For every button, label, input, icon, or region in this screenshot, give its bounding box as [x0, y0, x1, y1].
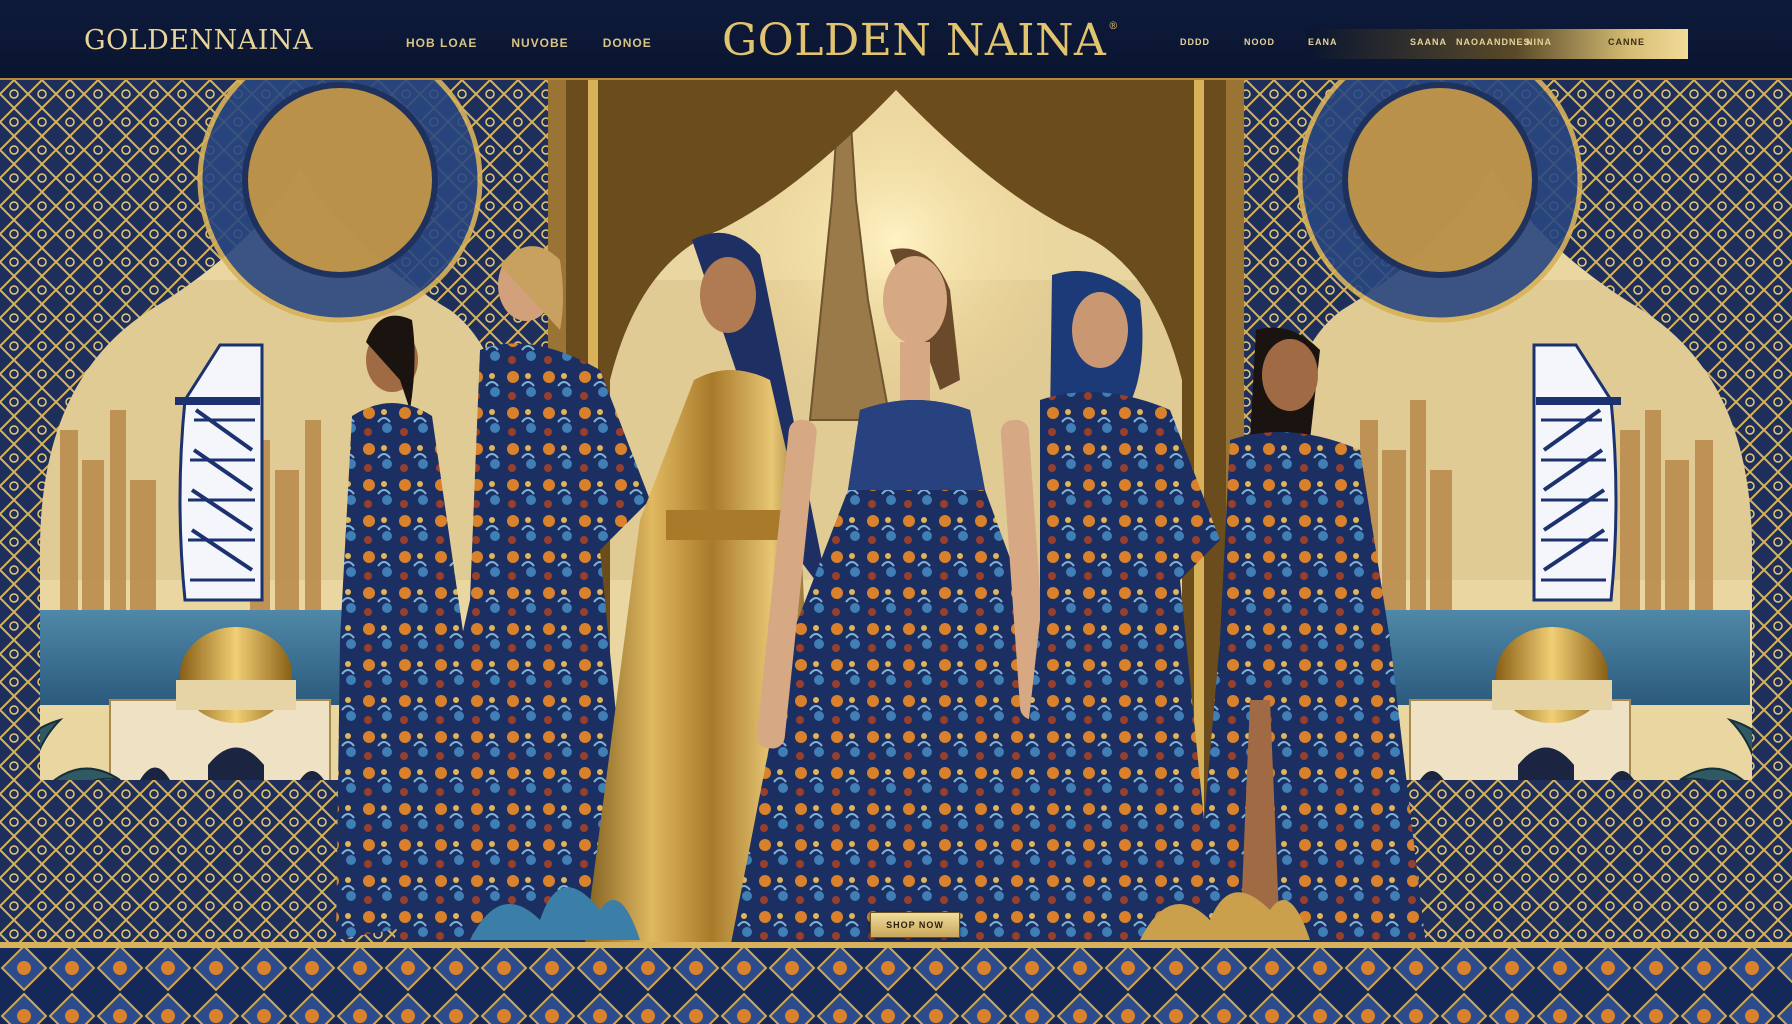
brand-logo-left[interactable]: GOLDENNAINA: [84, 25, 313, 56]
secondary-nav: DDDD NOOD EANA SAANA NAOAANDNES NINA CAN…: [1180, 29, 1688, 59]
shop-now-button[interactable]: SHOP NOW: [870, 912, 960, 938]
hero-illustration: [0, 80, 1792, 1024]
nav-link-2[interactable]: NUVOBE: [511, 36, 568, 50]
page: GOLDENNAINA HOB LOAE NUVOBE DONOE GOLDEN…: [0, 0, 1792, 1024]
primary-nav: HOB LOAE NUVOBE DONOE: [406, 36, 652, 50]
brand-center-text: GOLDEN NAINA: [722, 15, 1107, 66]
nav-right-link-4[interactable]: SAANA: [1410, 37, 1447, 47]
brand-logo-center[interactable]: GOLDEN NAINA ®: [722, 15, 1119, 66]
nav-right-link-2[interactable]: NOOD: [1244, 37, 1275, 47]
nav-right-link-5[interactable]: NAOAANDNES: [1456, 37, 1531, 47]
nav-right-link-1[interactable]: DDDD: [1180, 37, 1210, 47]
nav-right-link-7[interactable]: CANNE: [1608, 37, 1645, 47]
nav-link-3[interactable]: DONOE: [603, 36, 652, 50]
registered-mark: ®: [1108, 21, 1119, 32]
hero-banner: SHOP NOW: [0, 80, 1792, 1024]
nav-right-link-6[interactable]: NINA: [1526, 37, 1552, 47]
top-navigation-bar: GOLDENNAINA HOB LOAE NUVOBE DONOE GOLDEN…: [0, 0, 1792, 80]
nav-link-1[interactable]: HOB LOAE: [406, 36, 477, 50]
nav-right-link-3[interactable]: EANA: [1308, 37, 1338, 47]
bottom-mosaic-border: [0, 946, 1792, 1024]
